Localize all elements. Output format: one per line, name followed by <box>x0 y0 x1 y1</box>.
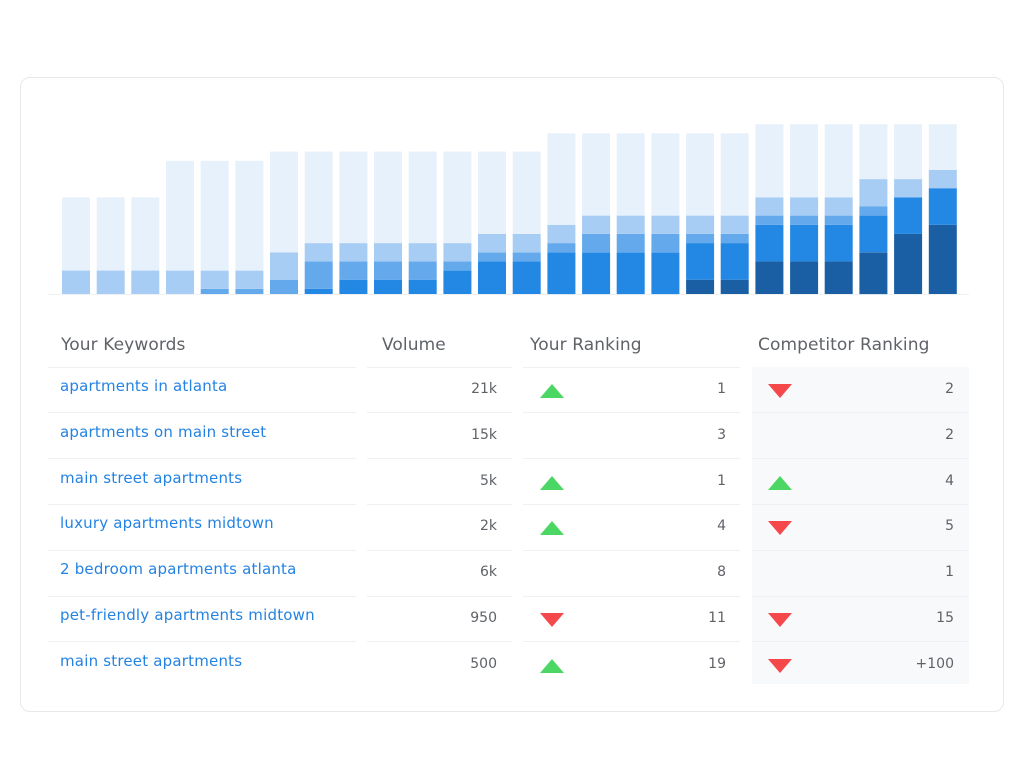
competitor-rank-value: 1 <box>945 564 954 581</box>
competitor-rank-value: 15 <box>936 610 954 626</box>
row-divider <box>523 412 740 413</box>
row-divider <box>48 412 356 413</box>
header-keywords[interactable]: Your Keywords <box>61 335 185 355</box>
row-divider <box>367 596 512 597</box>
trend-up-icon <box>540 384 564 398</box>
competitor-rank-value: 2 <box>945 426 954 443</box>
row-divider <box>752 412 969 413</box>
volume-value: 950 <box>470 610 497 626</box>
row-divider <box>48 596 356 597</box>
keyword-link[interactable]: luxury apartments midtown <box>60 514 274 532</box>
your-rank-value: 11 <box>708 610 726 626</box>
row-divider <box>367 504 512 505</box>
keyword-link[interactable]: apartments in atlanta <box>60 377 227 395</box>
volume-value: 500 <box>470 655 497 672</box>
keywords-table: Your Keywords Volume Your Ranking Compet… <box>0 0 1024 768</box>
your-rank-value: 19 <box>708 655 726 672</box>
competitor-rank-value: 5 <box>945 518 954 535</box>
row-divider <box>367 550 512 551</box>
row-divider <box>752 458 969 459</box>
row-divider <box>48 367 356 368</box>
row-divider <box>48 504 356 505</box>
trend-down-icon <box>768 658 792 673</box>
row-divider <box>752 504 969 505</box>
trend-up-icon <box>540 521 564 536</box>
volume-value: 15k <box>471 426 497 443</box>
row-divider <box>48 458 356 459</box>
competitor-rank-value: 2 <box>945 381 954 397</box>
your-rank-value: 1 <box>717 472 726 489</box>
header-volume[interactable]: Volume <box>382 335 446 355</box>
row-divider <box>48 641 356 642</box>
row-divider <box>367 367 512 368</box>
your-rank-value: 8 <box>717 564 726 581</box>
row-divider <box>523 504 740 505</box>
row-divider <box>48 550 356 551</box>
row-divider <box>367 458 512 459</box>
trend-up-icon <box>768 475 792 490</box>
competitor-rank-value: 4 <box>945 472 954 489</box>
competitor-rank-value: +100 <box>915 655 954 672</box>
trend-up-icon <box>540 475 564 490</box>
trend-down-icon <box>540 613 564 627</box>
volume-value: 5k <box>479 472 497 489</box>
row-divider <box>752 641 969 642</box>
volume-value: 6k <box>479 564 497 581</box>
header-competitor-ranking[interactable]: Competitor Ranking <box>758 335 930 355</box>
your-rank-value: 1 <box>717 381 726 397</box>
row-divider <box>367 412 512 413</box>
trend-down-icon <box>768 613 792 627</box>
header-your-ranking[interactable]: Your Ranking <box>530 335 642 355</box>
your-rank-value: 4 <box>717 518 726 535</box>
volume-value: 21k <box>471 381 497 397</box>
row-divider <box>523 596 740 597</box>
keyword-link[interactable]: apartments on main street <box>60 423 266 441</box>
trend-down-icon <box>768 384 792 398</box>
row-divider <box>523 458 740 459</box>
keyword-link[interactable]: 2 bedroom apartments atlanta <box>60 560 297 578</box>
trend-up-icon <box>540 658 564 673</box>
row-divider <box>523 367 740 368</box>
keyword-link[interactable]: main street apartments <box>60 469 242 487</box>
row-divider <box>752 596 969 597</box>
trend-down-icon <box>768 521 792 536</box>
keyword-link[interactable]: pet-friendly apartments midtown <box>60 606 315 624</box>
row-divider <box>367 641 512 642</box>
volume-value: 2k <box>479 518 497 535</box>
row-divider <box>752 550 969 551</box>
row-divider <box>523 641 740 642</box>
keyword-link[interactable]: main street apartments <box>60 652 242 670</box>
row-divider <box>523 550 740 551</box>
your-rank-value: 3 <box>717 426 726 443</box>
